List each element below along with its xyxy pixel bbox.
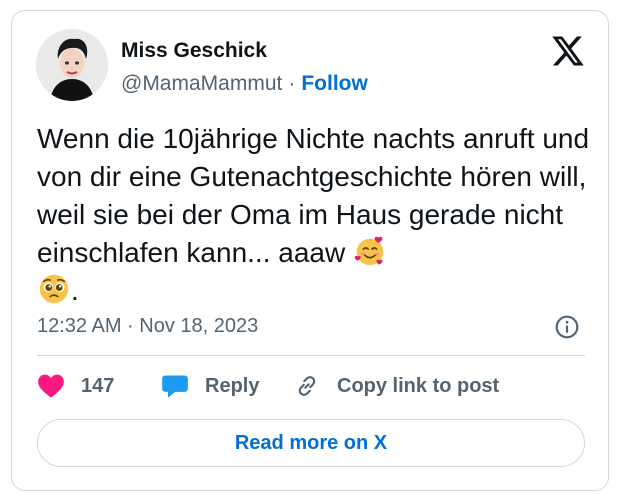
handle-separator: · xyxy=(288,72,296,95)
like-count: 147 xyxy=(81,374,115,397)
author-name[interactable]: Miss Geschick xyxy=(121,39,267,63)
copy-link-label: Copy link to post xyxy=(337,374,500,397)
x-logo-icon[interactable] xyxy=(550,35,586,67)
tweet-text-end: . xyxy=(71,275,79,306)
like-button[interactable]: 147 xyxy=(37,373,114,399)
heart-icon xyxy=(37,373,65,399)
follow-button[interactable]: Follow xyxy=(301,72,368,96)
divider xyxy=(37,355,585,356)
info-icon[interactable] xyxy=(554,314,580,340)
tweet-text-main: Wenn die 10jährige Nichte nachts anruft … xyxy=(37,123,597,268)
link-icon xyxy=(293,373,321,399)
avatar[interactable] xyxy=(36,29,108,101)
reply-bubble-icon xyxy=(161,373,189,399)
reply-label: Reply xyxy=(205,374,260,397)
author-handle-row: @MamaMammut · Follow xyxy=(121,72,368,96)
action-bar: 147 Reply Copy link to post xyxy=(37,373,585,403)
tweet-card: Miss Geschick @MamaMammut · Follow Wenn … xyxy=(11,10,609,491)
avatar-image xyxy=(36,29,108,101)
copy-link-button[interactable]: Copy link to post xyxy=(293,373,499,399)
reply-button[interactable]: Reply xyxy=(161,373,259,399)
tweet-text: Wenn die 10jährige Nichte nachts anruft … xyxy=(37,120,597,310)
smiling-face-with-hearts-icon xyxy=(353,234,387,268)
author-handle[interactable]: @MamaMammut xyxy=(121,72,282,96)
read-more-button[interactable]: Read more on X xyxy=(37,419,585,467)
post-timestamp[interactable]: 12:32 AM · Nov 18, 2023 xyxy=(37,315,258,338)
pleading-face-icon xyxy=(37,272,71,306)
